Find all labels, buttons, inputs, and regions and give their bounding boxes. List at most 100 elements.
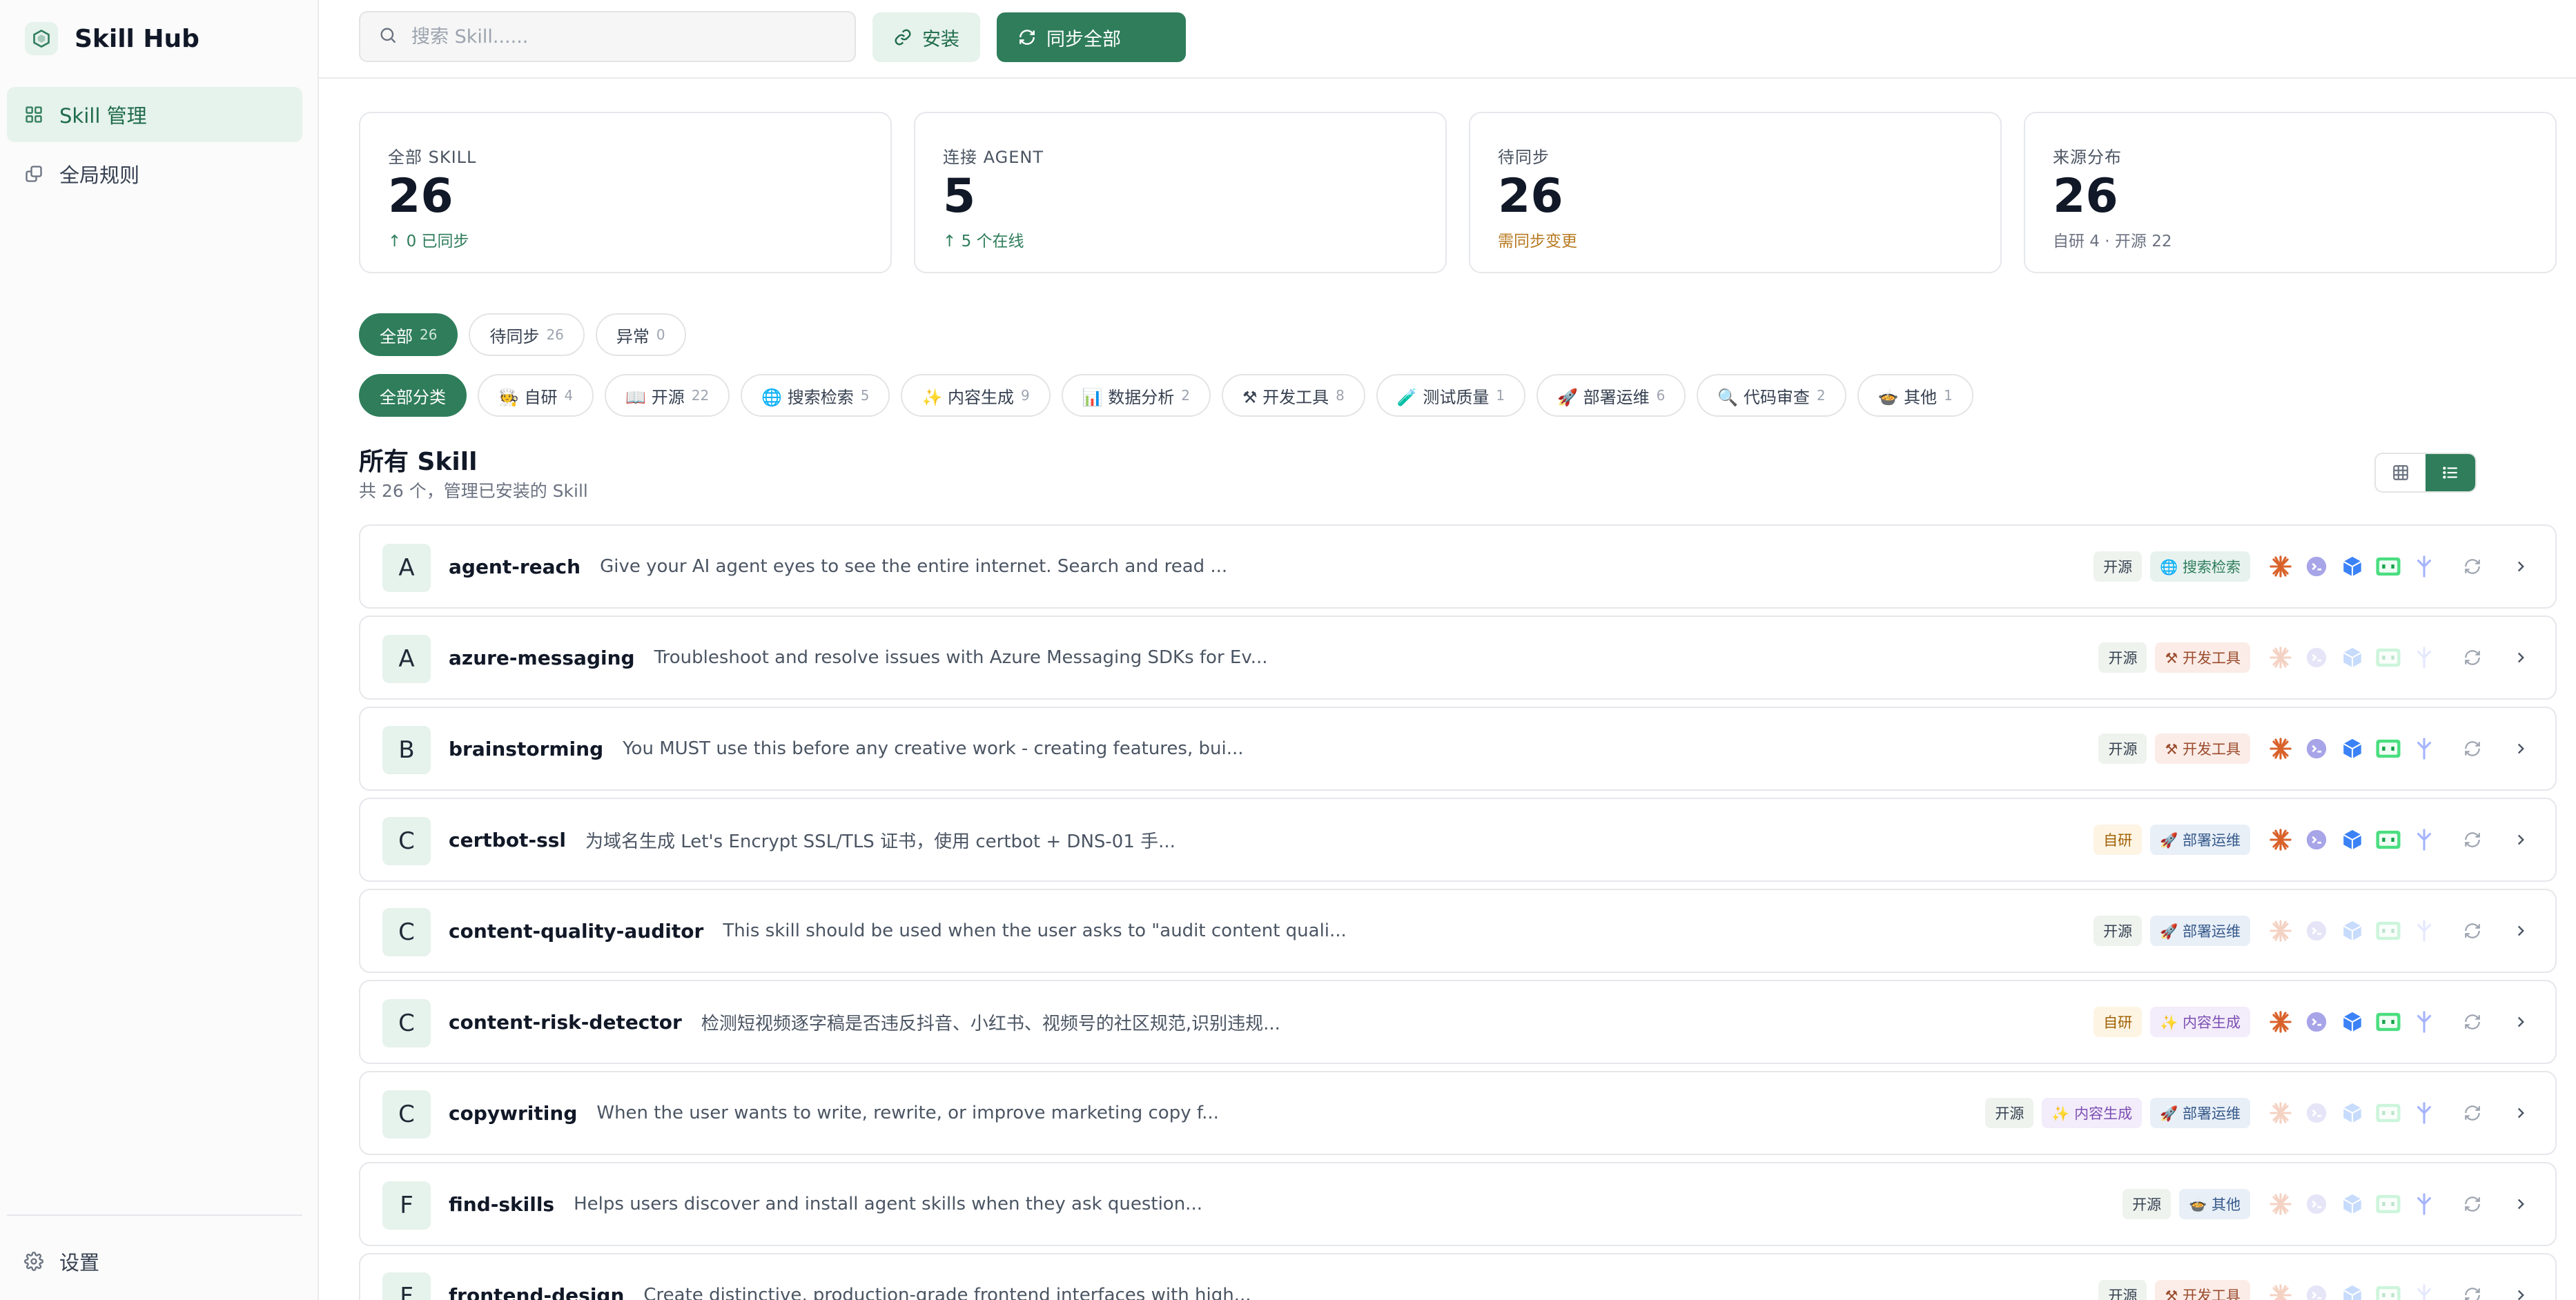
claude-agent-icon[interactable] [2265,825,2296,855]
filter-status-all[interactable]: 全部 26 [359,313,458,356]
codex-agent-icon[interactable] [2301,733,2332,764]
chevron-right-icon[interactable] [2507,553,2535,580]
sync-icon[interactable] [2459,735,2486,762]
terminal-agent-icon[interactable] [2373,825,2403,855]
terminal-agent-icon[interactable] [2373,1098,2403,1128]
sync-icon[interactable] [2459,917,2486,945]
filter-category-search[interactable]: 🌐 搜索检索 5 [741,374,890,417]
filter-category-data[interactable]: 📊 数据分析 2 [1061,374,1211,417]
filter-status-pending[interactable]: 待同步 26 [469,313,585,356]
sidebar-item-skill-management[interactable]: Skill 管理 [7,87,302,142]
codex-agent-icon[interactable] [2301,1007,2332,1037]
terminal-agent-icon[interactable] [2373,551,2403,582]
grid-view-button[interactable] [2376,454,2426,491]
chevron-right-icon[interactable] [2507,1190,2535,1218]
sync-icon[interactable] [2459,644,2486,671]
skill-row[interactable]: C copywriting When the user wants to wri… [359,1071,2557,1155]
cube-agent-icon[interactable] [2337,642,2368,673]
filter-category-testing[interactable]: 🧪 测试质量 1 [1376,374,1526,417]
skill-row[interactable]: A agent-reach Give your AI agent eyes to… [359,524,2557,609]
terminal-agent-icon[interactable] [2373,916,2403,946]
skill-row[interactable]: C content-risk-detector 检测短视频逐字稿是否违反抖音、小… [359,980,2557,1064]
filter-category-ops[interactable]: 🚀 部署运维 6 [1536,374,1686,417]
cube-agent-icon[interactable] [2337,916,2368,946]
codex-agent-icon[interactable] [2301,1098,2332,1128]
codex-agent-icon[interactable] [2301,916,2332,946]
chevron-right-icon[interactable] [2507,735,2535,762]
skill-row[interactable]: C certbot-ssl 为域名生成 Let's Encrypt SSL/TL… [359,798,2557,882]
codex-agent-icon[interactable] [2301,642,2332,673]
skill-row[interactable]: C content-quality-auditor This skill sho… [359,889,2557,973]
sidebar-item-global-rules[interactable]: 全局规则 [7,146,302,201]
chevron-right-icon[interactable] [2507,917,2535,945]
sync-icon[interactable] [2459,1190,2486,1218]
cube-agent-icon[interactable] [2337,825,2368,855]
skill-row[interactable]: B brainstorming You MUST use this before… [359,707,2557,791]
sparkle-agent-icon[interactable] [2409,825,2439,855]
chevron-right-icon[interactable] [2507,1008,2535,1036]
terminal-agent-icon[interactable] [2373,1280,2403,1300]
sparkle-agent-icon[interactable] [2409,916,2439,946]
skill-text: frontend-design Create distinctive, prod… [449,1254,1251,1300]
cube-agent-icon[interactable] [2337,1189,2368,1219]
terminal-agent-icon[interactable] [2373,733,2403,764]
claude-agent-icon[interactable] [2265,1007,2296,1037]
sync-all-button[interactable]: 同步全部 [997,12,1186,62]
sparkle-agent-icon[interactable] [2409,551,2439,582]
sync-icon[interactable] [2459,1008,2486,1036]
filter-category-review[interactable]: 🔍 代码审查 2 [1697,374,1846,417]
sparkle-agent-icon[interactable] [2409,733,2439,764]
skill-row[interactable]: F frontend-design Create distinctive, pr… [359,1253,2557,1300]
cube-agent-icon[interactable] [2337,1098,2368,1128]
codex-agent-icon[interactable] [2301,1280,2332,1300]
filter-category-dev[interactable]: ⚒ 开发工具 8 [1221,374,1365,417]
sync-icon[interactable] [2459,826,2486,854]
cube-agent-icon[interactable] [2337,551,2368,582]
codex-agent-icon[interactable] [2301,1189,2332,1219]
stat-value: 5 [943,169,976,224]
cube-agent-icon[interactable] [2337,1007,2368,1037]
sync-icon[interactable] [2459,1281,2486,1300]
sparkle-agent-icon[interactable] [2409,1007,2439,1037]
sync-icon[interactable] [2459,553,2486,580]
sparkle-agent-icon[interactable] [2409,642,2439,673]
cube-agent-icon[interactable] [2337,1280,2368,1300]
claude-agent-icon[interactable] [2265,1189,2296,1219]
install-button[interactable]: 安装 [872,12,980,62]
skill-row[interactable]: A azure-messaging Troubleshoot and resol… [359,615,2557,700]
chevron-right-icon[interactable] [2507,644,2535,671]
filter-status-error[interactable]: 异常 0 [595,313,686,356]
codex-agent-icon[interactable] [2301,551,2332,582]
sync-icon[interactable] [2459,1099,2486,1127]
agent-status-group [2265,1189,2445,1219]
filter-category-other[interactable]: 🍲 其他 1 [1857,374,1973,417]
search-input[interactable] [411,26,826,48]
claude-agent-icon[interactable] [2265,1098,2296,1128]
terminal-agent-icon[interactable] [2373,1189,2403,1219]
chip-count: 2 [1816,387,1826,404]
cube-agent-icon[interactable] [2337,733,2368,764]
sidebar-item-settings[interactable]: 设置 [7,1234,302,1289]
filter-category-self[interactable]: 🧑‍🍳 自研 4 [478,374,594,417]
terminal-agent-icon[interactable] [2373,642,2403,673]
filter-category-content[interactable]: ✨ 内容生成 9 [901,374,1051,417]
claude-agent-icon[interactable] [2265,733,2296,764]
claude-agent-icon[interactable] [2265,1280,2296,1300]
list-view-button[interactable] [2426,454,2475,491]
filter-category-open[interactable]: 📖 开源 22 [605,374,730,417]
sparkle-agent-icon[interactable] [2409,1280,2439,1300]
chevron-right-icon[interactable] [2507,826,2535,854]
filter-category-all[interactable]: 全部分类 [359,374,467,417]
terminal-agent-icon[interactable] [2373,1007,2403,1037]
chevron-right-icon[interactable] [2507,1099,2535,1127]
codex-agent-icon[interactable] [2301,825,2332,855]
claude-agent-icon[interactable] [2265,551,2296,582]
skill-row[interactable]: F find-skills Helps users discover and i… [359,1162,2557,1246]
search-box[interactable] [359,11,856,62]
chevron-right-icon[interactable] [2507,1281,2535,1300]
sparkle-agent-icon[interactable] [2409,1098,2439,1128]
skill-row-actions: 开源 🚀 部署运维 [2094,890,2535,972]
sparkle-agent-icon[interactable] [2409,1189,2439,1219]
claude-agent-icon[interactable] [2265,916,2296,946]
claude-agent-icon[interactable] [2265,642,2296,673]
